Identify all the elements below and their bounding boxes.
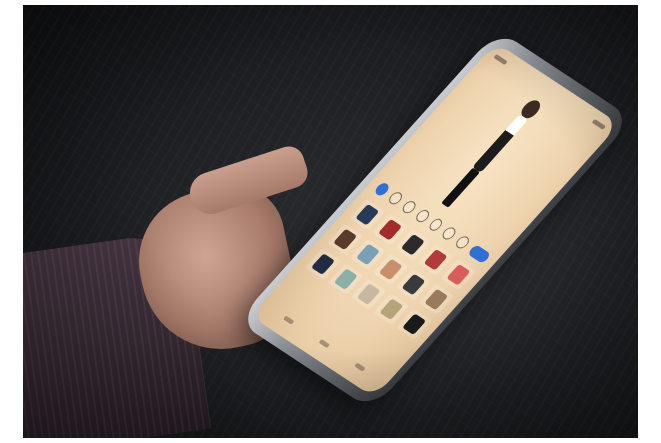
gown-item [402,313,427,336]
boots-item [333,228,358,251]
wardrobe-grid [305,198,477,341]
dress-up-avatar[interactable] [433,95,549,215]
smartphone [236,29,634,411]
bag-icon[interactable] [426,216,445,233]
skirt-item [423,248,448,271]
shoe-icon[interactable] [413,207,432,224]
status-left [493,54,508,66]
hat-item [424,288,449,311]
sweater-item [378,258,403,281]
shorts-item [356,283,381,305]
pants-item [401,273,426,296]
dress-item [333,268,358,290]
bow-item [378,218,403,241]
avatar-outfit [472,114,529,173]
bottom-nav [267,304,382,383]
shirt-icon[interactable] [386,190,405,207]
nav-home[interactable] [318,339,331,349]
scarf-item [446,263,471,286]
camera-icon[interactable] [373,181,392,198]
phone-body [236,29,634,411]
nav-recent[interactable] [354,362,366,372]
jacket-item [355,203,380,226]
confirm-button[interactable] [467,243,492,264]
photo [23,5,638,438]
shirt-item [355,243,380,266]
hat-icon[interactable] [440,225,459,242]
coat-item [310,253,336,275]
top-item [400,233,425,256]
vest-item [379,298,404,321]
dress-icon[interactable] [399,198,418,216]
phone-screen [250,42,620,398]
status-right [591,118,607,130]
avatar-legs [441,167,480,208]
star-icon[interactable] [453,234,472,251]
nav-back[interactable] [282,315,295,325]
